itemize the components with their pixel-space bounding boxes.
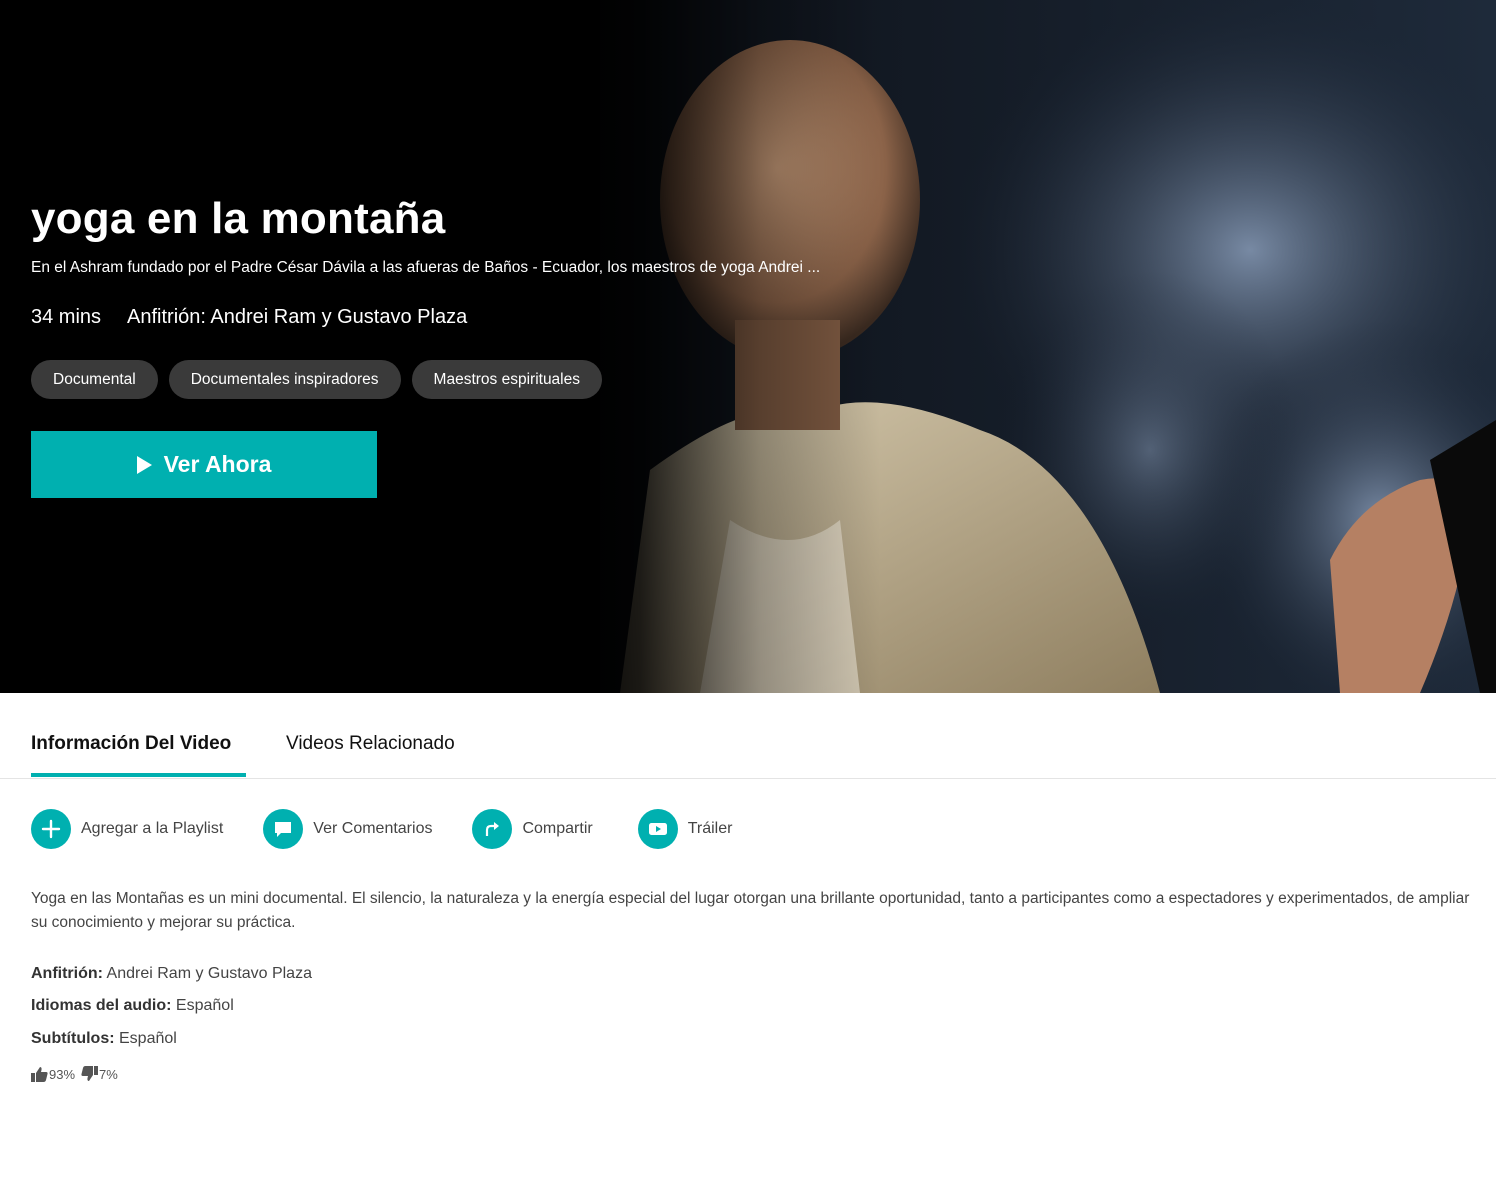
- thumbs-down-icon[interactable]: [81, 1066, 99, 1082]
- video-synopsis: Yoga en las Montañas es un mini document…: [31, 890, 1470, 931]
- share-label: Compartir: [522, 820, 593, 837]
- info-subtitles-label: Subtítulos:: [31, 1030, 115, 1047]
- info-audio-row: Idiomas del audio: Español: [31, 997, 234, 1015]
- hero-gradient-overlay: [0, 0, 1496, 693]
- info-subtitles-value: Español: [119, 1030, 177, 1047]
- add-to-playlist-button[interactable]: Agregar a la Playlist: [31, 809, 223, 849]
- video-title: yoga en la montaña: [31, 194, 446, 243]
- add-to-playlist-label: Agregar a la Playlist: [81, 820, 224, 837]
- action-bar: Agregar a la Playlist Ver Comentarios Co…: [31, 809, 732, 849]
- thumbs-up-icon[interactable]: [31, 1066, 48, 1082]
- watch-now-label: Ver Ahora: [163, 451, 272, 477]
- info-host-row: Anfitrión: Andrei Ram y Gustavo Plaza: [31, 965, 312, 983]
- share-button[interactable]: Compartir: [472, 809, 593, 849]
- share-icon: [472, 809, 513, 849]
- hero-banner: yoga en la montaña En el Ashram fundado …: [0, 0, 1496, 693]
- video-duration: 34 mins: [31, 306, 102, 328]
- tag-list: Documental Documentales inspiradores Mae…: [31, 360, 602, 399]
- info-host-label: Anfitrión:: [31, 965, 103, 982]
- info-subtitles-row: Subtítulos: Español: [31, 1030, 177, 1048]
- video-meta: 34 mins Anfitrión: Andrei Ram y Gustavo …: [31, 306, 467, 329]
- rating-bar: 93% 7%: [31, 1066, 118, 1082]
- tab-related-videos[interactable]: Videos Relacionado: [286, 693, 455, 778]
- tag-documental[interactable]: Documental: [31, 360, 158, 399]
- tab-video-info[interactable]: Información Del Video: [31, 693, 231, 778]
- tag-maestros-espirituales[interactable]: Maestros espirituales: [411, 360, 602, 399]
- info-host-value: Andrei Ram y Gustavo Plaza: [106, 965, 312, 982]
- info-audio-label: Idiomas del audio:: [31, 997, 172, 1014]
- trailer-label: Tráiler: [687, 820, 733, 837]
- video-host: Anfitrión: Andrei Ram y Gustavo Plaza: [127, 306, 468, 328]
- comment-icon: [263, 809, 304, 849]
- dislikes-percent: 7%: [99, 1066, 118, 1082]
- tab-bar: Información Del Video Videos Relacionado: [0, 693, 1496, 779]
- tag-documentales-inspiradores[interactable]: Documentales inspiradores: [168, 360, 401, 399]
- video-short-description: En el Ashram fundado por el Padre César …: [31, 259, 821, 276]
- info-audio-value: Español: [175, 997, 234, 1014]
- trailer-button[interactable]: Tráiler: [637, 809, 733, 849]
- active-tab-indicator: [31, 773, 246, 777]
- view-comments-button[interactable]: Ver Comentarios: [263, 809, 432, 849]
- play-icon: [136, 455, 152, 474]
- play-video-icon: [637, 809, 678, 849]
- watch-now-button[interactable]: Ver Ahora: [31, 431, 377, 498]
- view-comments-label: Ver Comentarios: [313, 820, 433, 837]
- plus-icon: [31, 809, 71, 849]
- likes-percent: 93%: [49, 1066, 76, 1082]
